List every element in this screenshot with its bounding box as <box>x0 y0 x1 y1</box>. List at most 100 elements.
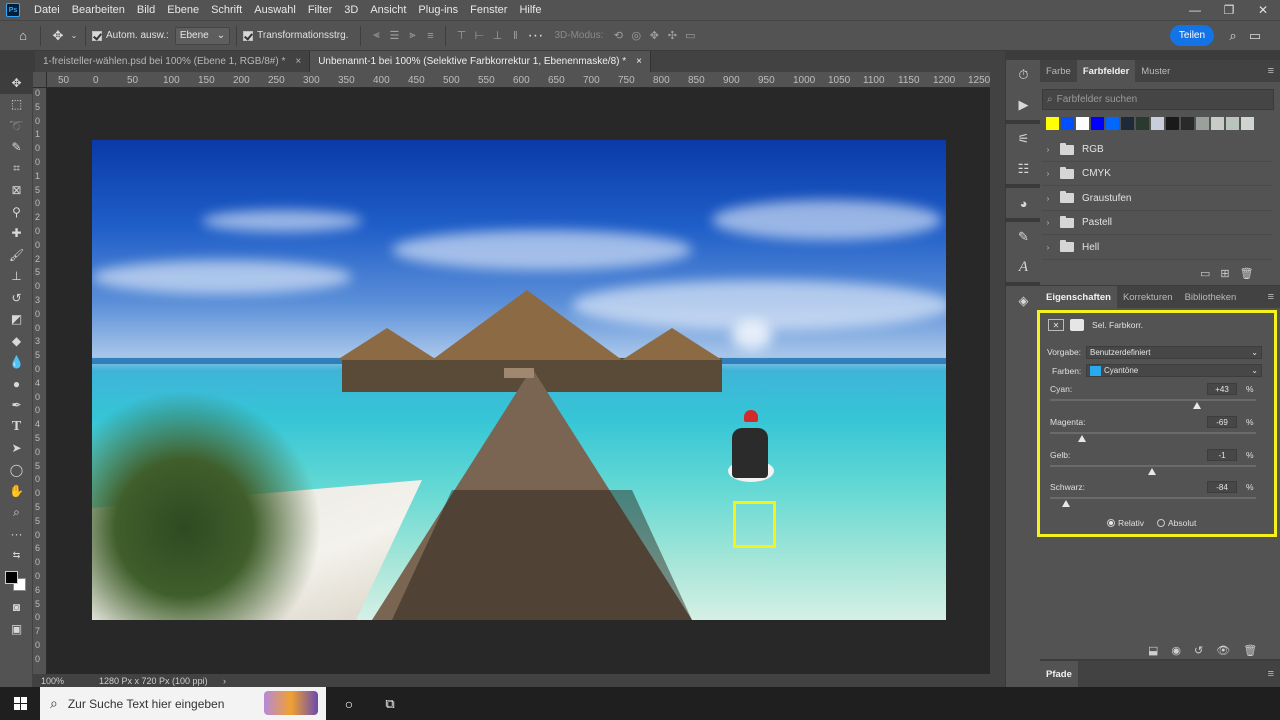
more-options-icon[interactable]: ··· <box>524 25 546 47</box>
auto-select-checkbox[interactable] <box>92 30 102 41</box>
vertical-scrollbar[interactable] <box>990 72 1005 674</box>
foreground-color-swatch[interactable] <box>5 570 18 584</box>
stamp-tool-icon[interactable]: ⊥ <box>0 266 33 288</box>
shape-tool-icon[interactable]: ◯ <box>0 459 33 481</box>
actions-play-icon[interactable]: ▶ <box>1006 90 1041 120</box>
quick-select-tool-icon[interactable]: ✎ <box>0 137 33 159</box>
trash-icon[interactable]: 🗑 <box>1243 644 1257 657</box>
maximize-icon[interactable]: ❐ <box>1212 0 1246 20</box>
3d-camera-icon[interactable]: ▭ <box>681 27 699 45</box>
lasso-tool-icon[interactable]: ➰ <box>0 115 33 137</box>
menu-datei[interactable]: Datei <box>28 0 66 20</box>
3d-slide-icon[interactable]: ✣ <box>663 27 681 45</box>
type-tool-icon[interactable]: T <box>0 416 33 438</box>
menu-hilfe[interactable]: Hilfe <box>513 0 547 20</box>
color-swatches[interactable] <box>0 567 33 597</box>
chevron-right-icon[interactable]: › <box>1042 194 1054 203</box>
3d-pan-icon[interactable]: ✥ <box>645 27 663 45</box>
properties-icon[interactable]: ☷ <box>1006 154 1041 184</box>
color-swatch[interactable] <box>1166 117 1179 130</box>
windows-start-icon[interactable] <box>0 687 40 720</box>
healing-brush-icon[interactable]: ✚ <box>0 223 33 245</box>
move-tool-icon[interactable]: ✥ <box>0 72 33 94</box>
menu-fenster[interactable]: Fenster <box>464 0 513 20</box>
tab-eigenschaften[interactable]: Eigenschaften <box>1040 286 1117 308</box>
align-left-icon[interactable]: ⫷ <box>367 27 385 45</box>
paint-bucket-icon[interactable]: ◆ <box>0 330 33 352</box>
workspace-icon[interactable]: ▭ <box>1244 25 1266 47</box>
crop-tool-icon[interactable]: ⌗ <box>0 158 33 180</box>
history-icon[interactable]: ⏱ <box>1006 60 1041 90</box>
color-swatch[interactable] <box>1091 117 1104 130</box>
taskbar-search-input[interactable]: ⌕ Zur Suche Text hier eingeben <box>40 687 326 720</box>
reset-icon[interactable]: ↺ <box>1194 644 1203 657</box>
canvas-area[interactable] <box>47 88 990 674</box>
blur-tool-icon[interactable]: 💧 <box>0 352 33 374</box>
panel-menu-icon[interactable]: ≡ <box>1268 291 1274 303</box>
swatches-search-input[interactable]: ⌕ Farbfelder suchen <box>1042 89 1274 110</box>
align-top-icon[interactable]: ⊤ <box>452 27 470 45</box>
tab-muster[interactable]: Muster <box>1135 60 1176 82</box>
move-tool-icon[interactable]: ✥ <box>47 25 69 47</box>
brush-settings-icon[interactable]: ✎ <box>1006 222 1041 252</box>
swatch-folder[interactable]: › CMYK <box>1042 162 1272 187</box>
view-previous-icon[interactable]: ◉ <box>1171 644 1181 657</box>
path-select-icon[interactable]: ➤ <box>0 438 33 460</box>
dodge-tool-icon[interactable]: ● <box>0 373 33 395</box>
task-view-icon[interactable]: ⧉ <box>372 687 408 720</box>
eyedropper-tool-icon[interactable]: ⚲ <box>0 201 33 223</box>
zoom-tool-icon[interactable]: ⌕ <box>0 502 33 524</box>
panel-menu-icon[interactable]: ≡ <box>1268 65 1274 77</box>
trash-icon[interactable]: 🗑 <box>1240 267 1254 280</box>
share-button[interactable]: Teilen <box>1170 25 1214 46</box>
panel-menu-icon[interactable]: ≡ <box>1268 668 1274 680</box>
color-swatch[interactable] <box>1211 117 1224 130</box>
new-swatch-icon[interactable]: ⊞ <box>1220 267 1229 280</box>
color-swatch[interactable] <box>1076 117 1089 130</box>
tab-bibliotheken[interactable]: Bibliotheken <box>1179 286 1243 308</box>
3d-roll-icon[interactable]: ◎ <box>627 27 645 45</box>
swatch-folder[interactable]: › Hell <box>1042 236 1272 260</box>
menu-3d[interactable]: 3D <box>338 0 364 20</box>
home-icon[interactable]: ⌂ <box>12 25 34 47</box>
swatch-folder[interactable]: › Graustufen <box>1042 187 1272 211</box>
chevron-right-icon[interactable]: › <box>1042 218 1054 227</box>
close-icon[interactable]: × <box>295 56 301 67</box>
document-image[interactable] <box>92 140 946 620</box>
search-icon[interactable]: ⌕ <box>1222 25 1244 47</box>
color-swatch[interactable] <box>1061 117 1074 130</box>
more-tools-icon[interactable]: ··· <box>0 524 33 546</box>
visibility-icon[interactable]: 👁 <box>1216 644 1230 657</box>
chevron-right-icon[interactable]: › <box>1042 243 1054 252</box>
menu-ansicht[interactable]: Ansicht <box>364 0 412 20</box>
menu-bild[interactable]: Bild <box>131 0 161 20</box>
brush-tool-icon[interactable]: 🖌 <box>0 244 33 266</box>
layers-icon[interactable]: ◈ <box>1006 286 1041 316</box>
menu-schrift[interactable]: Schrift <box>205 0 248 20</box>
color-swatch[interactable] <box>1181 117 1194 130</box>
history-brush-icon[interactable]: ↺ <box>0 287 33 309</box>
color-swatch[interactable] <box>1241 117 1254 130</box>
menu-ebene[interactable]: Ebene <box>161 0 205 20</box>
menu-auswahl[interactable]: Auswahl <box>248 0 302 20</box>
channels-icon[interactable]: ◕ <box>1006 188 1041 218</box>
color-swatch[interactable] <box>1121 117 1134 130</box>
align-center-icon[interactable]: ☰ <box>385 27 403 45</box>
swatch-folder[interactable]: › Pastell <box>1042 211 1272 236</box>
chevron-down-icon[interactable]: ⌄ <box>69 25 79 47</box>
3d-orbit-icon[interactable]: ⟲ <box>609 27 627 45</box>
color-swatch[interactable] <box>1226 117 1239 130</box>
distribute-vertical-icon[interactable]: ‖ <box>506 27 524 45</box>
adjustments-icon[interactable]: ⚟ <box>1006 124 1041 154</box>
align-bottom-icon[interactable]: ⊥ <box>488 27 506 45</box>
menu-bearbeiten[interactable]: Bearbeiten <box>66 0 131 20</box>
clip-to-layer-icon[interactable]: ⬓ <box>1148 644 1158 657</box>
color-swatch[interactable] <box>1046 117 1059 130</box>
align-right-icon[interactable]: ⫸ <box>403 27 421 45</box>
character-icon[interactable]: A <box>1006 252 1041 282</box>
minimize-icon[interactable]: — <box>1178 0 1212 20</box>
pen-tool-icon[interactable]: ✒ <box>0 395 33 417</box>
tab-korrekturen[interactable]: Korrekturen <box>1117 286 1179 308</box>
color-swatch[interactable] <box>1151 117 1164 130</box>
color-swatch[interactable] <box>1136 117 1149 130</box>
